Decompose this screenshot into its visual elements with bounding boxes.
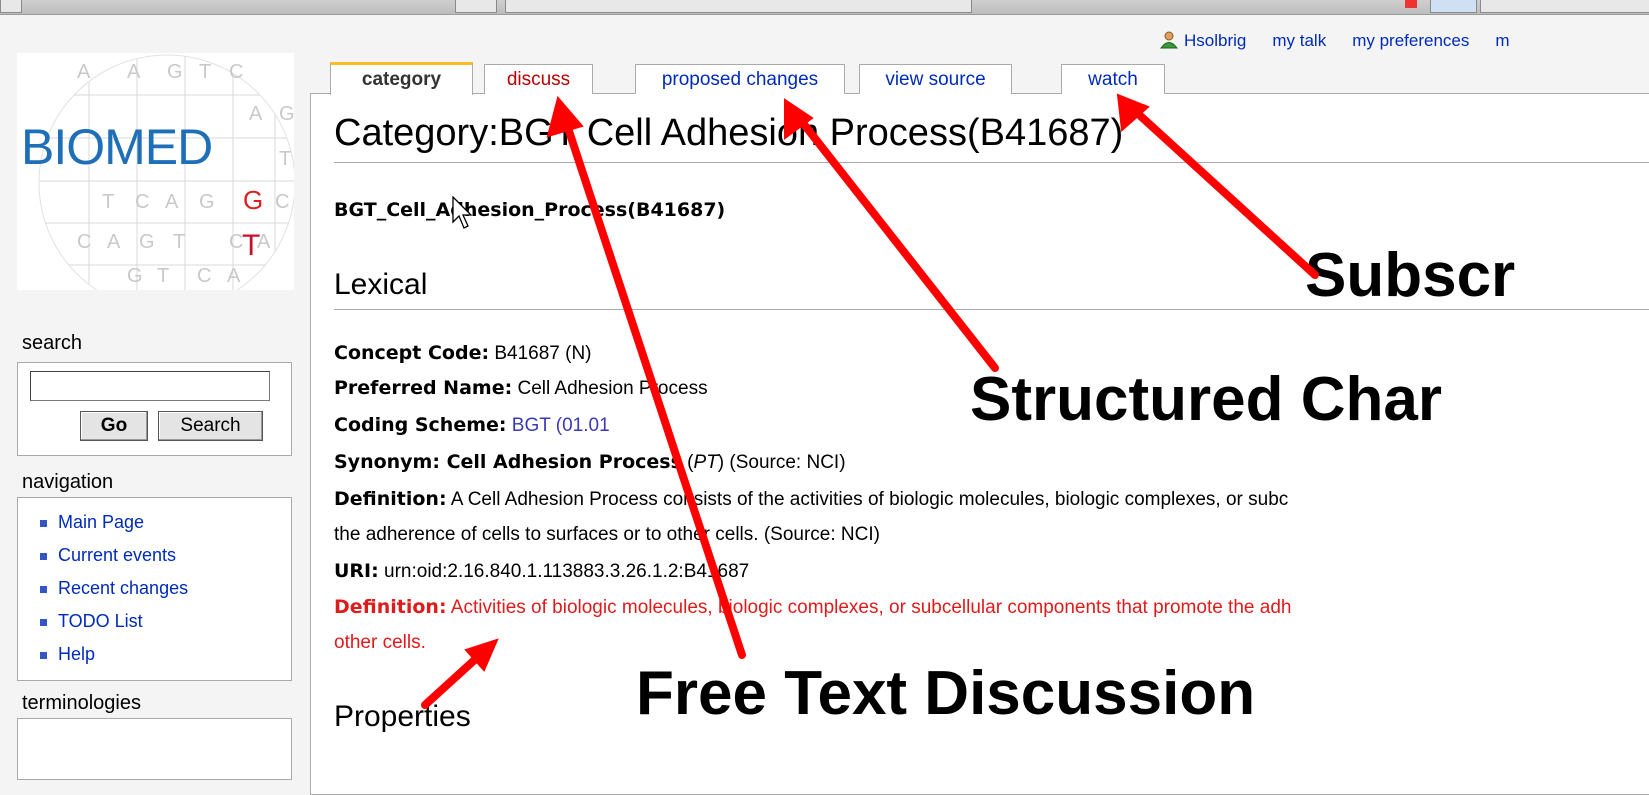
synonym-type: PT [693, 452, 718, 473]
terminologies-portlet-title: terminologies [22, 692, 141, 714]
address-bar[interactable] [505, 0, 972, 13]
preferred-name-row: Preferred Name: Cell Adhesion Process [334, 377, 708, 400]
go-button[interactable]: Go [80, 411, 148, 441]
logo-g: G [243, 185, 264, 215]
annotation-free-text-discussion: Free Text Discussion [636, 659, 1256, 728]
annotation-structured-changes: Structured Char [970, 365, 1442, 434]
synonym-label: Synonym: Cell Adhesion Process [334, 451, 682, 473]
definition2-row: Definition: Activities of biologic molec… [334, 596, 1291, 619]
tab-category[interactable]: category [330, 62, 473, 95]
concept-code-value: B41687 (N) [494, 343, 592, 364]
nav-item-current-events[interactable]: Current events [40, 539, 291, 572]
coding-scheme-version: (01.01 [555, 415, 610, 436]
definition2-text-2: other cells. [334, 632, 426, 653]
definition-text-2: the adherence of cells to surfaces or to… [334, 524, 880, 545]
preferred-name-value: Cell Adhesion Process [517, 378, 708, 399]
search-portlet: Go Search [17, 362, 292, 456]
nav-item-recent-changes[interactable]: Recent changes [40, 572, 291, 605]
tab-view-source[interactable]: view source [859, 64, 1012, 94]
definition2-text-1: Activities of biologic molecules, biolog… [450, 597, 1292, 618]
tab-watch[interactable]: watch [1061, 64, 1165, 94]
toolbar-segment [0, 0, 22, 13]
my-talk-link[interactable]: my talk [1272, 31, 1326, 50]
mouse-cursor-icon [452, 196, 473, 229]
tab-proposed-changes[interactable]: proposed changes [635, 64, 845, 94]
uri-label: URI: [334, 560, 379, 582]
logo-t: T [242, 229, 261, 262]
uri-row: URI: urn:oid:2.16.840.1.113883.3.26.1.2:… [334, 560, 749, 583]
my-preferences-link[interactable]: my preferences [1352, 31, 1469, 50]
navigation-portlet: Main Page Current events Recent changes … [17, 497, 292, 681]
toolbar-segment [1480, 0, 1649, 13]
tab-discuss[interactable]: discuss [484, 64, 593, 94]
logo-text: BIOMED [21, 119, 213, 175]
coding-scheme-label: Coding Scheme: [334, 414, 507, 436]
navigation-portlet-title: navigation [22, 471, 114, 493]
annotation-subscribe: Subscr [1305, 241, 1516, 310]
search-button[interactable]: Search [158, 411, 263, 441]
properties-heading: Properties [334, 700, 471, 733]
concept-code-label: Concept Code: [334, 342, 490, 364]
coding-scheme-row: Coding Scheme: BGT (01.01 [334, 414, 610, 437]
lexical-heading: Lexical [334, 268, 428, 301]
search-portlet-title: search [22, 332, 83, 354]
title-divider [334, 162, 1649, 163]
personal-tools: Hsolbrig my talk my preferences m [1160, 31, 1536, 51]
search-input[interactable] [30, 371, 270, 401]
browser-toolbar [0, 0, 1649, 15]
toolbar-segment [1430, 0, 1477, 13]
my-more-link[interactable]: m [1495, 31, 1509, 50]
definition-text-1: A Cell Adhesion Process consists of the … [450, 489, 1289, 510]
synonym-row: Synonym: Cell Adhesion Process (PT) (Sou… [334, 451, 846, 473]
concept-code-row: Concept Code: B41687 (N) [334, 342, 592, 365]
uri-value: urn:oid:2.16.840.1.113883.3.26.1.2:B4168… [384, 561, 750, 582]
definition2-label: Definition: [334, 596, 447, 618]
synonym-source: (Source: NCI) [729, 452, 846, 473]
nav-item-todo-list[interactable]: TODO List [40, 605, 291, 638]
definition-row: Definition: A Cell Adhesion Process cons… [334, 488, 1288, 511]
site-logo[interactable]: AAGTC AG T TCAGC CAGTCA GTCA BIOMED G T [17, 53, 294, 290]
toolbar-badge-icon [1405, 0, 1417, 8]
concept-heading: BGT_Cell_Adhesion_Process(B41687) [334, 199, 726, 221]
user-page-link[interactable]: Hsolbrig [1184, 31, 1246, 50]
definition-label: Definition: [334, 488, 447, 510]
user-icon [1160, 31, 1178, 49]
preferred-name-label: Preferred Name: [334, 377, 513, 399]
nav-item-help[interactable]: Help [40, 638, 291, 671]
nav-item-main-page[interactable]: Main Page [40, 506, 291, 539]
page-title: Category:BGT Cell Adhesion Process(B4168… [334, 112, 1124, 154]
toolbar-segment [455, 0, 497, 13]
terminologies-portlet [17, 718, 292, 780]
coding-scheme-link[interactable]: BGT [512, 415, 551, 436]
definition2-row-cont: other cells. [334, 632, 426, 654]
definition-row-cont: the adherence of cells to surfaces or to… [334, 524, 880, 546]
